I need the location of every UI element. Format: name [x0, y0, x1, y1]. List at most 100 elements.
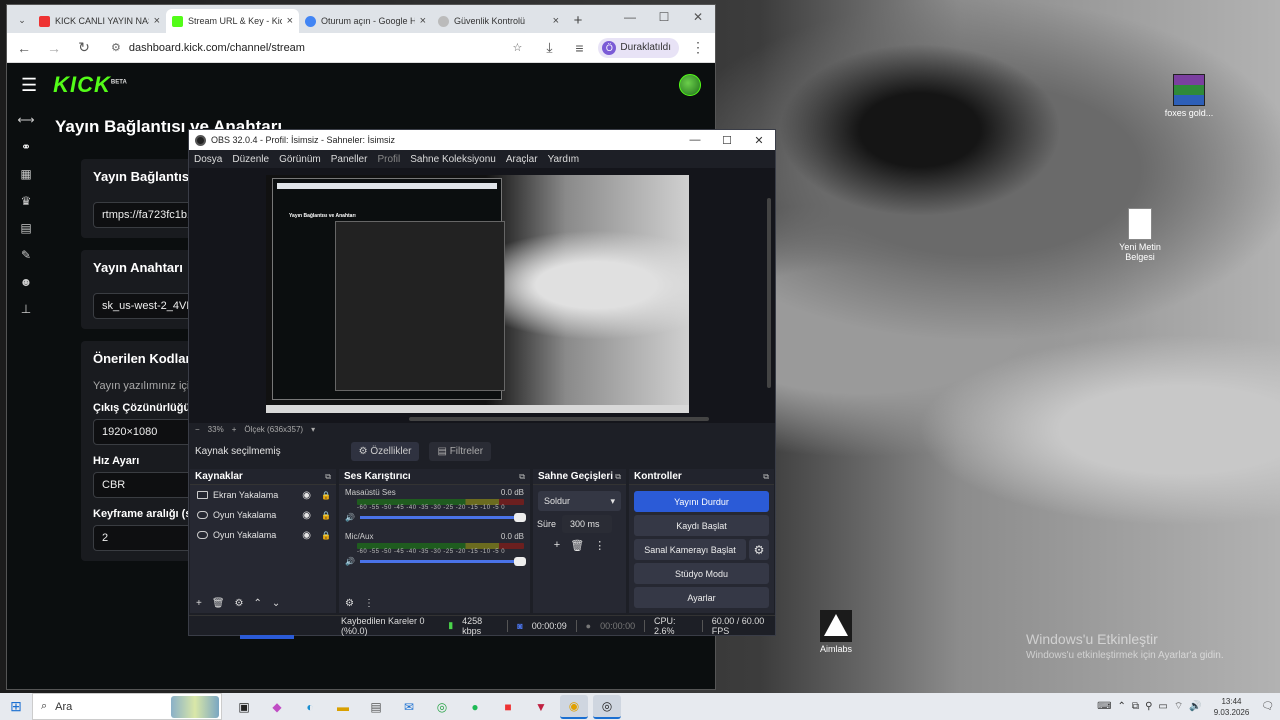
- lock-icon[interactable]: 🔒: [316, 511, 336, 520]
- source-item[interactable]: Ekran Yakalama ◉ 🔒: [190, 485, 336, 505]
- bookmark-star-icon[interactable]: ☆: [513, 41, 523, 54]
- close-tab-icon[interactable]: ×: [154, 15, 160, 27]
- dock-menu-icon[interactable]: ⧉: [615, 472, 621, 482]
- gear-icon[interactable]: ⚙: [235, 598, 244, 609]
- hamburger-menu-icon[interactable]: ☰: [21, 75, 37, 96]
- keyboard-icon[interactable]: ⌨: [1097, 701, 1111, 712]
- chrome-taskbar-icon[interactable]: ◉: [560, 694, 588, 719]
- lock-icon[interactable]: 🔒: [316, 491, 336, 500]
- zoom-in-icon[interactable]: +: [232, 425, 237, 434]
- mail-icon[interactable]: ✉: [395, 695, 423, 719]
- dock-menu-icon[interactable]: ⧉: [763, 472, 769, 482]
- minimize-icon[interactable]: —: [679, 134, 711, 147]
- reload-icon[interactable]: ↻: [73, 39, 95, 56]
- transition-select[interactable]: Soldur ▾: [538, 491, 621, 511]
- media-icon[interactable]: ▤: [15, 221, 37, 235]
- address-bar[interactable]: ⚙ dashboard.kick.com/channel/stream ☆: [103, 35, 531, 60]
- taskbar-search[interactable]: ⌕ Ara: [32, 693, 222, 720]
- browser-tab-active[interactable]: Stream URL & Key - Kick ×: [166, 9, 299, 33]
- browser-tab[interactable]: KICK CANLI YAYIN NASIL ×: [33, 9, 166, 33]
- copilot-icon[interactable]: ◆: [263, 695, 291, 719]
- menu-yardim[interactable]: Yardım: [548, 154, 580, 165]
- volume-icon[interactable]: 🔊: [1189, 701, 1201, 712]
- dashboard-icon[interactable]: ▦: [15, 167, 37, 181]
- user-avatar[interactable]: [679, 74, 701, 96]
- chrome-menu-icon[interactable]: ⋮: [687, 39, 709, 56]
- menu-araclar[interactable]: Araçlar: [506, 154, 538, 165]
- app-valorant-icon[interactable]: ▼: [527, 695, 555, 719]
- close-icon[interactable]: ✕: [681, 5, 715, 29]
- studio-mode-button[interactable]: Stüdyo Modu: [634, 563, 769, 584]
- eye-icon[interactable]: ◉: [302, 530, 311, 541]
- preview-vertical-scrollbar[interactable]: [767, 198, 771, 388]
- whatsapp-icon[interactable]: ◎: [428, 695, 456, 719]
- program-preview[interactable]: Yayın Bağlantısı ve Anahtarı: [266, 175, 689, 413]
- tab-search-icon[interactable]: ⌄: [11, 9, 33, 31]
- kick-logo[interactable]: KICKBETA: [53, 72, 127, 98]
- wrench-icon[interactable]: ✎: [15, 248, 37, 262]
- gear-icon[interactable]: ⚙: [749, 539, 769, 560]
- lock-icon[interactable]: 🔒: [316, 531, 336, 540]
- duration-input[interactable]: 300 ms: [562, 515, 613, 533]
- obs-taskbar-icon[interactable]: ◎: [593, 694, 621, 719]
- menu-duzenle[interactable]: Düzenle: [232, 154, 269, 165]
- stop-streaming-button[interactable]: Yayını Durdur: [634, 491, 769, 512]
- close-tab-icon[interactable]: ×: [287, 15, 293, 27]
- minimize-icon[interactable]: —: [613, 5, 647, 29]
- properties-button[interactable]: ⚙ Özellikler: [350, 441, 420, 461]
- download-icon[interactable]: ⤓: [538, 39, 560, 56]
- volume-slider[interactable]: [359, 513, 526, 522]
- mic-icon[interactable]: ⚲: [1145, 701, 1152, 712]
- wifi-icon[interactable]: ⌔: [1174, 700, 1183, 713]
- menu-dots-icon[interactable]: ⋮: [594, 539, 605, 552]
- file-explorer-icon[interactable]: ▬: [329, 695, 357, 719]
- users-icon[interactable]: ☻: [15, 275, 37, 289]
- trash-icon[interactable]: 🗑: [212, 598, 225, 609]
- battery-icon[interactable]: ▭: [1158, 701, 1167, 712]
- forward-icon[interactable]: →: [43, 40, 65, 56]
- windows-start-icon[interactable]: ⊞: [0, 698, 32, 715]
- start-virtual-camera-button[interactable]: Sanal Kamerayı Başlat: [634, 539, 746, 560]
- close-tab-icon[interactable]: ×: [420, 15, 426, 27]
- menu-sahne-koleksiyonu[interactable]: Sahne Koleksiyonu: [410, 154, 496, 165]
- close-icon[interactable]: ✕: [743, 134, 775, 147]
- home-icon[interactable]: ⟷: [15, 113, 37, 127]
- speaker-icon[interactable]: 🔊: [345, 513, 355, 522]
- desktop-icon-rar[interactable]: foxes gold...: [1154, 74, 1224, 118]
- dock-menu-icon[interactable]: ⧉: [325, 472, 331, 482]
- desktop-icon-textdoc[interactable]: Yeni Metin Belgesi: [1105, 208, 1175, 262]
- close-tab-icon[interactable]: ×: [553, 15, 559, 27]
- speaker-icon[interactable]: 🔊: [345, 557, 355, 566]
- maximize-icon[interactable]: ☐: [647, 5, 681, 29]
- site-info-icon[interactable]: ⚙: [111, 41, 121, 54]
- start-recording-button[interactable]: Kaydı Başlat: [634, 515, 769, 536]
- task-view-icon[interactable]: ▣: [230, 695, 258, 719]
- volume-slider[interactable]: [359, 557, 526, 566]
- profile-button[interactable]: Ö Duraklatıldı: [598, 37, 679, 58]
- network-icon[interactable]: ⧉: [1132, 701, 1139, 712]
- menu-dosya[interactable]: Dosya: [194, 154, 222, 165]
- edge-icon[interactable]: ◐: [296, 695, 324, 719]
- source-item[interactable]: Oyun Yakalama ◉ 🔒: [190, 525, 336, 545]
- eye-icon[interactable]: ◉: [302, 490, 311, 501]
- back-icon[interactable]: ←: [13, 40, 35, 56]
- menu-gorunum[interactable]: Görünüm: [279, 154, 321, 165]
- browser-tab[interactable]: Oturum açın - Google H ×: [299, 9, 432, 33]
- zoom-out-icon[interactable]: −: [195, 425, 200, 434]
- menu-dots-icon[interactable]: ⋮: [364, 598, 374, 609]
- eye-icon[interactable]: ◉: [302, 510, 311, 521]
- spotify-icon[interactable]: ●: [461, 695, 489, 719]
- queue-icon[interactable]: ⊥: [15, 302, 37, 316]
- add-transition-icon[interactable]: +: [554, 539, 560, 552]
- move-down-icon[interactable]: ⌄: [272, 598, 280, 609]
- preview-area[interactable]: Yayın Bağlantısı ve Anahtarı: [189, 168, 775, 423]
- desktop-icon-aimlabs[interactable]: Aimlabs: [801, 610, 871, 654]
- filters-button[interactable]: ▤ Filtreler: [429, 441, 492, 461]
- scale-label[interactable]: Ölçek (636x357): [244, 425, 303, 434]
- media-controls-icon[interactable]: ≡: [568, 40, 590, 56]
- store-icon[interactable]: ▤: [362, 695, 390, 719]
- settings-button[interactable]: Ayarlar: [634, 587, 769, 608]
- clock[interactable]: 13:44 9.03.2026: [1208, 696, 1256, 718]
- browser-tab[interactable]: Güvenlik Kontrolü ×: [432, 9, 565, 33]
- menu-profil[interactable]: Profil: [377, 154, 400, 165]
